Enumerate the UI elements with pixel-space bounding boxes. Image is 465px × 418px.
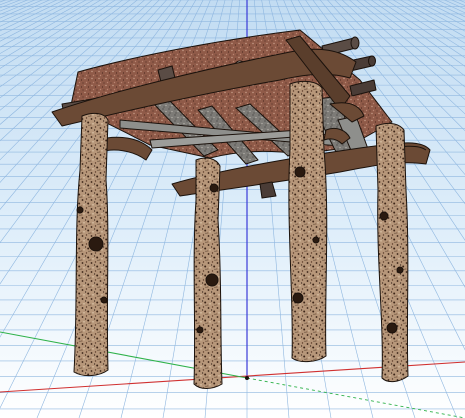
post-middle-right[interactable] [288, 80, 328, 363]
3d-viewport[interactable] [0, 0, 465, 418]
axes-origin [245, 376, 249, 380]
post-center[interactable] [193, 157, 223, 389]
scene-canvas[interactable] [0, 0, 465, 418]
